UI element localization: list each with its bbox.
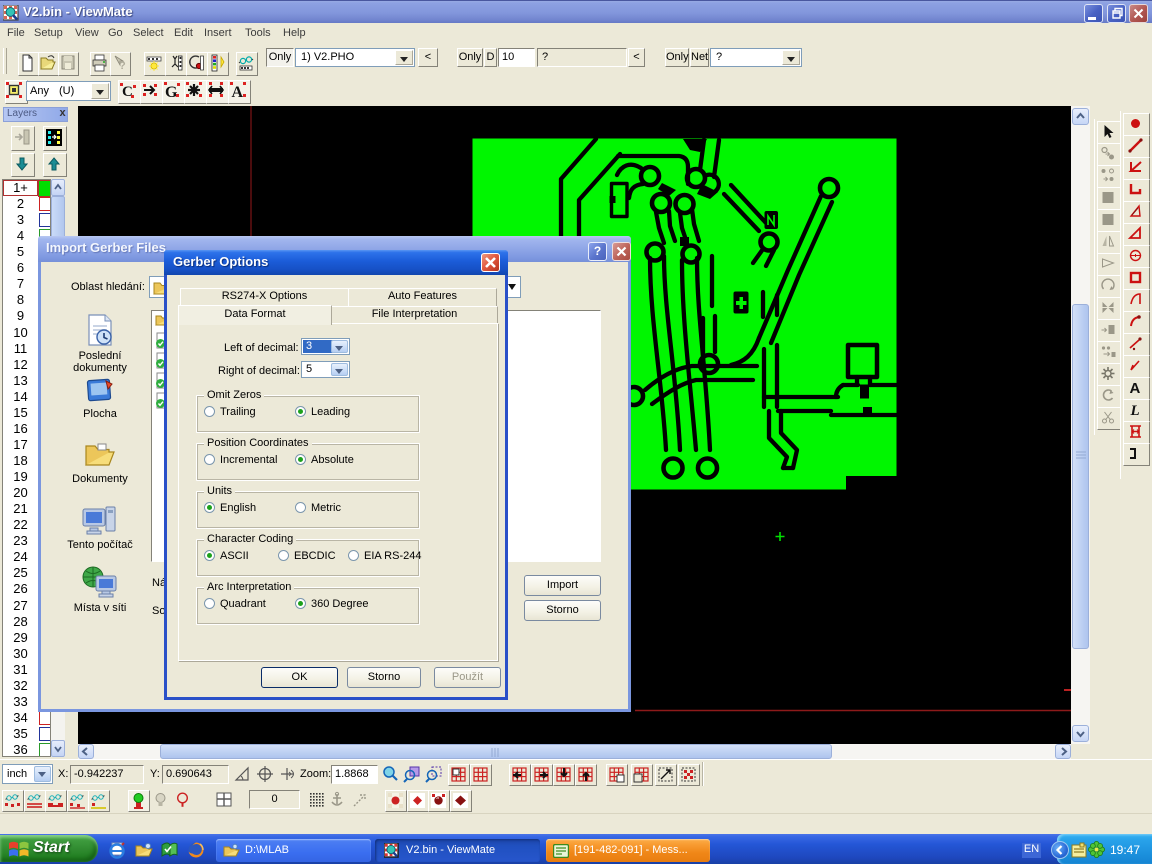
svg-text:L: L (1130, 403, 1140, 419)
svg-text:s: s (436, 795, 439, 801)
svg-text:G: G (165, 84, 178, 101)
svg-text:A: A (1130, 380, 1141, 397)
svg-text:?: ? (119, 60, 126, 72)
svg-text:A: A (232, 84, 244, 101)
